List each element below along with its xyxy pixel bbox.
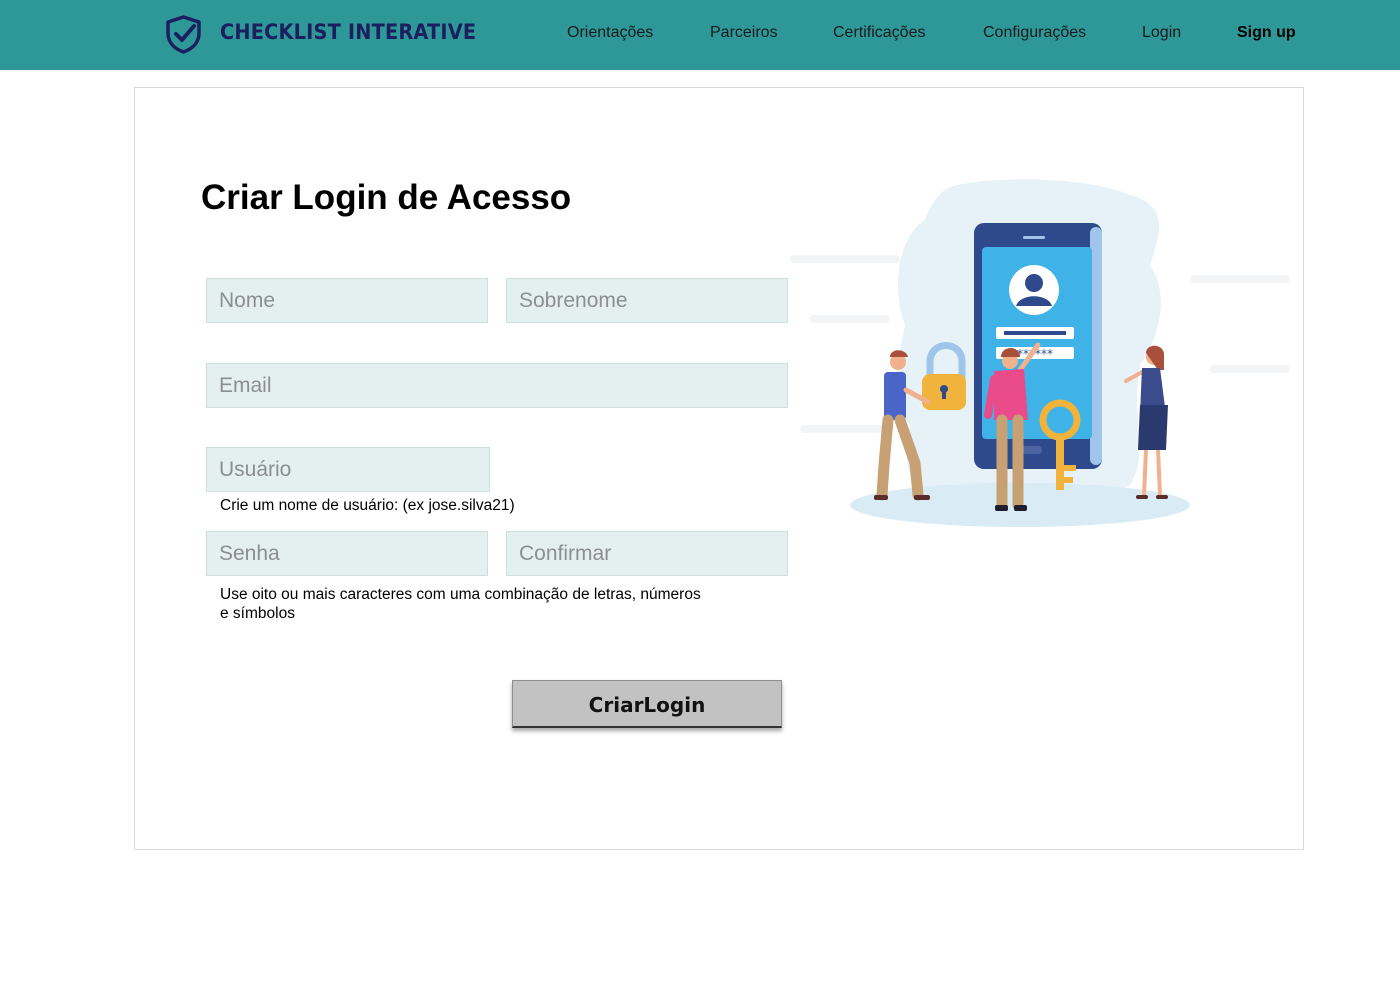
top-navbar: CHECKLIST INTERATIVE Orientações Parceir… <box>0 0 1400 70</box>
senha-hint-line-2: e símbolos <box>220 605 295 622</box>
nome-input[interactable] <box>206 278 488 323</box>
nav-parceiros[interactable]: Parceiros <box>710 24 778 42</box>
usuario-input[interactable] <box>206 447 490 492</box>
security-login-illustration: ****** <box>790 179 1290 527</box>
nav-orientacoes[interactable]: Orientações <box>567 24 653 42</box>
senha-hint-line-1: Use oito ou mais caracteres com uma comb… <box>220 586 701 603</box>
nav-login[interactable]: Login <box>1142 24 1181 42</box>
usuario-hint: Crie um nome de usuário: (ex jose.silva2… <box>220 497 515 514</box>
nav-sign-up[interactable]: Sign up <box>1237 24 1296 42</box>
email-input[interactable] <box>206 363 788 408</box>
criar-login-button[interactable]: CriarLogin <box>512 680 782 728</box>
page-title: Criar Login de Acesso <box>201 178 572 217</box>
senha-input[interactable] <box>206 531 488 576</box>
nav-certificacoes[interactable]: Certificações <box>833 24 925 42</box>
shield-check-icon[interactable] <box>165 15 202 54</box>
sobrenome-input[interactable] <box>506 278 788 323</box>
nav-configuracoes[interactable]: Configurações <box>983 24 1086 42</box>
brand-name[interactable]: CHECKLIST INTERATIVE <box>220 20 476 44</box>
confirmar-senha-input[interactable] <box>506 531 788 576</box>
